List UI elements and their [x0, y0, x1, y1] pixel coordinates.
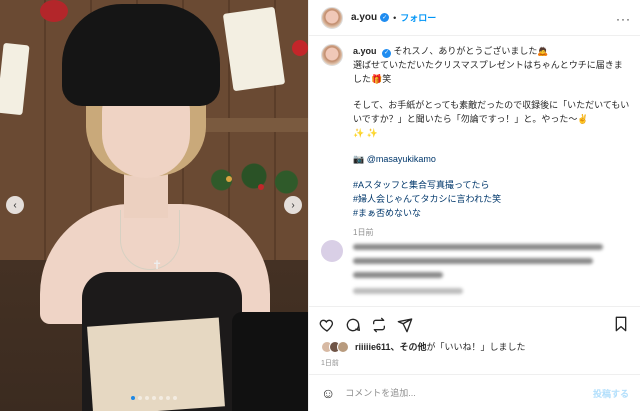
- carousel-dot: [152, 396, 156, 400]
- necklace: [120, 210, 180, 270]
- carousel-indicator: [0, 396, 308, 400]
- hashtag-list: #Aスタッフと集合写真撮ってたら #婦人会じゃんてタカシに言われた笑 #まぁ否め…: [353, 178, 631, 220]
- carousel-dot: [159, 396, 163, 400]
- blurred-comment-text: [353, 258, 593, 264]
- avatar[interactable]: [321, 6, 343, 29]
- blurred-comment-text: [353, 272, 443, 278]
- post-timestamp[interactable]: 1日前: [321, 358, 339, 368]
- chevron-left-icon: ‹: [13, 199, 17, 211]
- post-side-panel: a.you ✓ • フォロー ··· a.you ✓ それスノ、ありがとうござい…: [308, 0, 640, 411]
- hashtag-link[interactable]: #まぁ否めないな: [353, 206, 631, 220]
- cross-pendant-icon: ✝: [152, 258, 163, 272]
- follow-button[interactable]: フォロー: [400, 11, 436, 24]
- share-icon[interactable]: [397, 317, 413, 333]
- chevron-right-icon: ›: [291, 199, 295, 211]
- carousel-dot: [138, 396, 142, 400]
- ornament-red: [258, 184, 264, 190]
- emoji-icon[interactable]: ☺: [321, 385, 335, 401]
- bookmark-icon[interactable]: [614, 316, 628, 335]
- post-caption: a.you ✓ それスノ、ありがとうございました🙇 選ばせていただいたクリスマス…: [321, 44, 631, 240]
- christmas-garland: [200, 160, 308, 200]
- comment-body: [353, 240, 613, 294]
- carousel-dot: [131, 396, 135, 400]
- photo-credit-line: 📷 @masayukikamo: [353, 152, 631, 166]
- likes-others[interactable]: 、その他: [391, 342, 427, 352]
- action-bar: [309, 306, 640, 342]
- carousel-dot: [166, 396, 170, 400]
- caption-line-1: それスノ、ありがとうございました🙇: [393, 46, 549, 56]
- verified-badge-icon: ✓: [382, 48, 392, 58]
- caption-paragraph-2: そして、お手紙がとっても素敵だったので収録後に「いただいてもいいですか？」と聞い…: [353, 100, 630, 124]
- verified-badge-icon: ✓: [380, 13, 390, 22]
- ornament-gold: [226, 176, 232, 182]
- likes-rest: が「いいね！」しました: [426, 342, 526, 352]
- comment-input[interactable]: [345, 388, 566, 398]
- more-horizontal-icon[interactable]: ···: [616, 12, 631, 26]
- caption-username[interactable]: a.you: [353, 46, 377, 56]
- post-photo[interactable]: ✝ ‹ ›: [0, 0, 308, 411]
- decoration-card: [222, 6, 286, 92]
- wood-shelf: [190, 118, 308, 132]
- carousel-prev-button[interactable]: ‹: [6, 196, 24, 214]
- blurred-comment-meta: [353, 288, 463, 294]
- heart-icon[interactable]: [319, 317, 335, 333]
- hashtag-link[interactable]: #婦人会じゃんてタカシに言われた笑: [353, 192, 631, 206]
- post-header: a.you ✓ • フォロー ···: [309, 0, 640, 36]
- add-comment-bar: ☺ 投稿する: [309, 374, 640, 411]
- caption-text: a.you ✓ それスノ、ありがとうございました🙇 選ばせていただいたクリスマス…: [353, 44, 631, 240]
- commenter-avatar[interactable]: [321, 240, 343, 262]
- fur-hat: [62, 4, 220, 106]
- likes-text: riiiiie611、その他が「いいね！」しました: [355, 340, 526, 353]
- photo-credit-link[interactable]: @masayukikamo: [367, 154, 436, 164]
- blurred-comment-text: [353, 244, 603, 250]
- username-link[interactable]: a.you: [351, 12, 377, 23]
- sparkles: ✨ ✨: [353, 128, 378, 138]
- comment-icon[interactable]: [345, 317, 361, 333]
- separator-dot: •: [393, 12, 397, 23]
- caption-timestamp: 1日前: [353, 228, 374, 237]
- camera-emoji: 📷: [353, 154, 365, 164]
- likes-summary[interactable]: riiiiie611、その他が「いいね！」しました: [321, 340, 526, 353]
- carousel-dot: [145, 396, 149, 400]
- caption-avatar[interactable]: [321, 44, 343, 66]
- carousel-dot: [173, 396, 177, 400]
- carousel-next-button[interactable]: ›: [284, 196, 302, 214]
- repost-icon[interactable]: [371, 317, 387, 333]
- hashtag-link[interactable]: #Aスタッフと集合写真撮ってたら: [353, 178, 631, 192]
- liker-username[interactable]: riiiiie611: [355, 342, 391, 352]
- comment-item: [321, 240, 621, 294]
- caption-line-2: 選ばせていただいたクリスマスプレゼントはちゃんとウチに届きました🎁笑: [353, 60, 623, 84]
- liker-avatar: [337, 340, 349, 353]
- ornament-red: [40, 0, 68, 22]
- post-comment-button[interactable]: 投稿する: [593, 387, 629, 400]
- ornament-red: [292, 40, 308, 56]
